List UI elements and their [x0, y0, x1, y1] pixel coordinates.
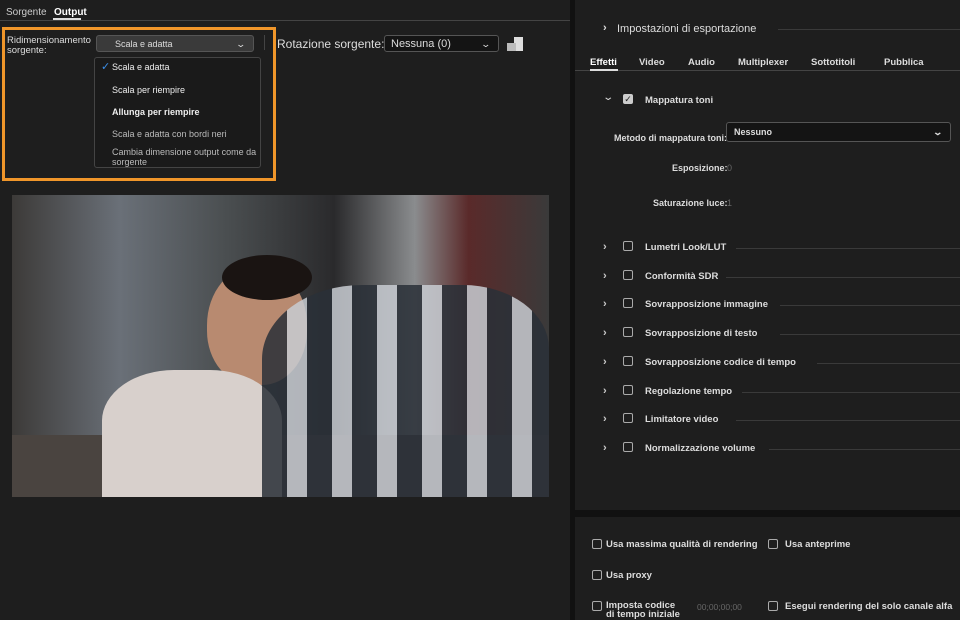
divider	[778, 29, 960, 30]
effect-checkbox[interactable]	[623, 356, 633, 366]
section-title[interactable]: Impostazioni di esportazione	[617, 23, 756, 35]
menu-item-scala-e-adatta[interactable]: Scala e adatta	[112, 62, 170, 72]
saturation-label: Saturazione luce:	[653, 198, 728, 208]
resize-dropdown-menu: ✓ Scala e adatta Scala per riempire Allu…	[94, 57, 261, 168]
start-timecode-label: Imposta codice di tempo iniziale	[606, 601, 686, 619]
effect-checkbox[interactable]	[623, 442, 633, 452]
alpha-only-checkbox[interactable]	[768, 601, 778, 611]
method-select-value: Nessuno	[734, 127, 772, 137]
tab-effetti[interactable]: Effetti	[590, 57, 617, 68]
chevron-down-icon[interactable]: ⌄	[602, 92, 614, 103]
divider	[726, 277, 960, 278]
menu-item-cambia-dimensione[interactable]: Cambia dimensione output come da sorgent…	[112, 147, 257, 167]
exposure-value[interactable]: 0	[727, 163, 732, 173]
render-options-panel: Usa massima qualità di rendering Usa ant…	[575, 517, 960, 620]
saturation-value[interactable]: 1	[727, 198, 732, 208]
resize-label: Ridimensionamento sorgente:	[7, 36, 97, 56]
max-quality-label: Usa massima qualità di rendering	[606, 539, 758, 550]
menu-item-bordi-neri[interactable]: Scala e adatta con bordi neri	[112, 129, 227, 139]
divider	[780, 305, 960, 306]
rotate-icon[interactable]	[507, 37, 523, 51]
effect-checkbox[interactable]	[623, 241, 633, 251]
divider	[780, 334, 960, 335]
effect-row[interactable]: › Normalizzazione volume	[575, 442, 960, 458]
chevron-right-icon[interactable]: ›	[603, 385, 607, 397]
tab-divider	[0, 20, 570, 21]
divider	[736, 420, 960, 421]
resize-select[interactable]: Scala e adatta ⌄	[96, 35, 254, 52]
start-timecode-checkbox[interactable]	[592, 601, 602, 611]
proxy-checkbox[interactable]	[592, 570, 602, 580]
chevron-right-icon[interactable]: ›	[603, 270, 607, 282]
effect-label: Lumetri Look/LUT	[645, 242, 726, 253]
tone-mapping-label: Mappatura toni	[645, 95, 713, 106]
tab-pubblica[interactable]: Pubblica	[884, 57, 924, 68]
effect-label: Sovrapposizione di testo	[645, 328, 757, 339]
effect-row[interactable]: › Sovrapposizione di testo	[575, 327, 960, 343]
tab-output[interactable]: Output	[54, 7, 87, 18]
tab-multiplexer[interactable]: Multiplexer	[738, 57, 788, 68]
rotation-select-value: Nessuna (0)	[391, 38, 451, 50]
tab-audio[interactable]: Audio	[688, 57, 715, 68]
effect-label: Normalizzazione volume	[645, 443, 755, 454]
max-quality-checkbox[interactable]	[592, 539, 602, 549]
chevron-down-icon: ⌄	[236, 39, 247, 50]
effect-row[interactable]: › Sovrapposizione codice di tempo	[575, 356, 960, 372]
divider	[817, 363, 960, 364]
chevron-down-icon: ⌄	[933, 127, 944, 138]
tab-sottotitoli[interactable]: Sottotitoli	[811, 57, 855, 68]
chevron-right-icon[interactable]: ›	[603, 327, 607, 339]
output-panel: Sorgente Output Ridimensionamento sorgen…	[0, 0, 570, 620]
effect-label: Regolazione tempo	[645, 386, 732, 397]
menu-item-scala-per-riempire[interactable]: Scala per riempire	[112, 85, 185, 95]
active-tab-indicator	[590, 69, 618, 71]
chevron-right-icon[interactable]: ›	[603, 22, 607, 34]
tab-video[interactable]: Video	[639, 57, 665, 68]
rotation-label: Rotazione sorgente:	[277, 37, 384, 51]
effect-label: Limitatore video	[645, 414, 718, 425]
tabs-divider	[575, 70, 960, 71]
proxy-label: Usa proxy	[606, 570, 652, 581]
menu-item-allunga[interactable]: Allunga per riempire	[112, 107, 200, 117]
chevron-right-icon[interactable]: ›	[603, 413, 607, 425]
export-settings-panel: › Impostazioni di esportazione Effetti V…	[575, 0, 960, 510]
effect-checkbox[interactable]	[623, 413, 633, 423]
effect-checkbox[interactable]	[623, 270, 633, 280]
effect-label: Conformità SDR	[645, 271, 718, 282]
rotation-select[interactable]: Nessuna (0) ⌄	[384, 35, 499, 52]
method-select[interactable]: Nessuno ⌄	[726, 122, 951, 142]
divider	[769, 449, 960, 450]
active-tab-indicator	[53, 18, 81, 20]
effect-checkbox[interactable]	[623, 327, 633, 337]
chevron-down-icon: ⌄	[481, 39, 492, 50]
alpha-only-label: Esegui rendering del solo canale alfa	[785, 601, 952, 612]
effect-row[interactable]: › Conformità SDR	[575, 270, 960, 286]
chevron-right-icon[interactable]: ›	[603, 356, 607, 368]
divider	[736, 248, 960, 249]
tab-sorgente[interactable]: Sorgente	[6, 7, 47, 18]
previews-label: Usa anteprime	[785, 539, 850, 550]
effect-checkbox[interactable]	[623, 298, 633, 308]
method-label: Metodo di mappatura toni:	[614, 133, 727, 143]
effect-label: Sovrapposizione immagine	[645, 299, 768, 310]
chevron-right-icon[interactable]: ›	[603, 442, 607, 454]
checkmark-icon: ✓	[101, 60, 110, 73]
chevron-right-icon[interactable]: ›	[603, 298, 607, 310]
separator	[264, 35, 265, 50]
exposure-label: Esposizione:	[672, 163, 728, 173]
resize-select-value: Scala e adatta	[115, 39, 173, 49]
effect-row[interactable]: › Limitatore video	[575, 413, 960, 429]
tone-mapping-checkbox[interactable]: ✓	[623, 94, 633, 104]
effect-row[interactable]: › Lumetri Look/LUT	[575, 241, 960, 257]
effect-row[interactable]: › Sovrapposizione immagine	[575, 298, 960, 314]
start-timecode-value[interactable]: 00;00;00;00	[697, 602, 742, 612]
effect-checkbox[interactable]	[623, 385, 633, 395]
divider	[742, 392, 960, 393]
effect-label: Sovrapposizione codice di tempo	[645, 357, 796, 368]
video-preview	[12, 195, 549, 497]
previews-checkbox[interactable]	[768, 539, 778, 549]
chevron-right-icon[interactable]: ›	[603, 241, 607, 253]
effect-row[interactable]: › Regolazione tempo	[575, 385, 960, 401]
